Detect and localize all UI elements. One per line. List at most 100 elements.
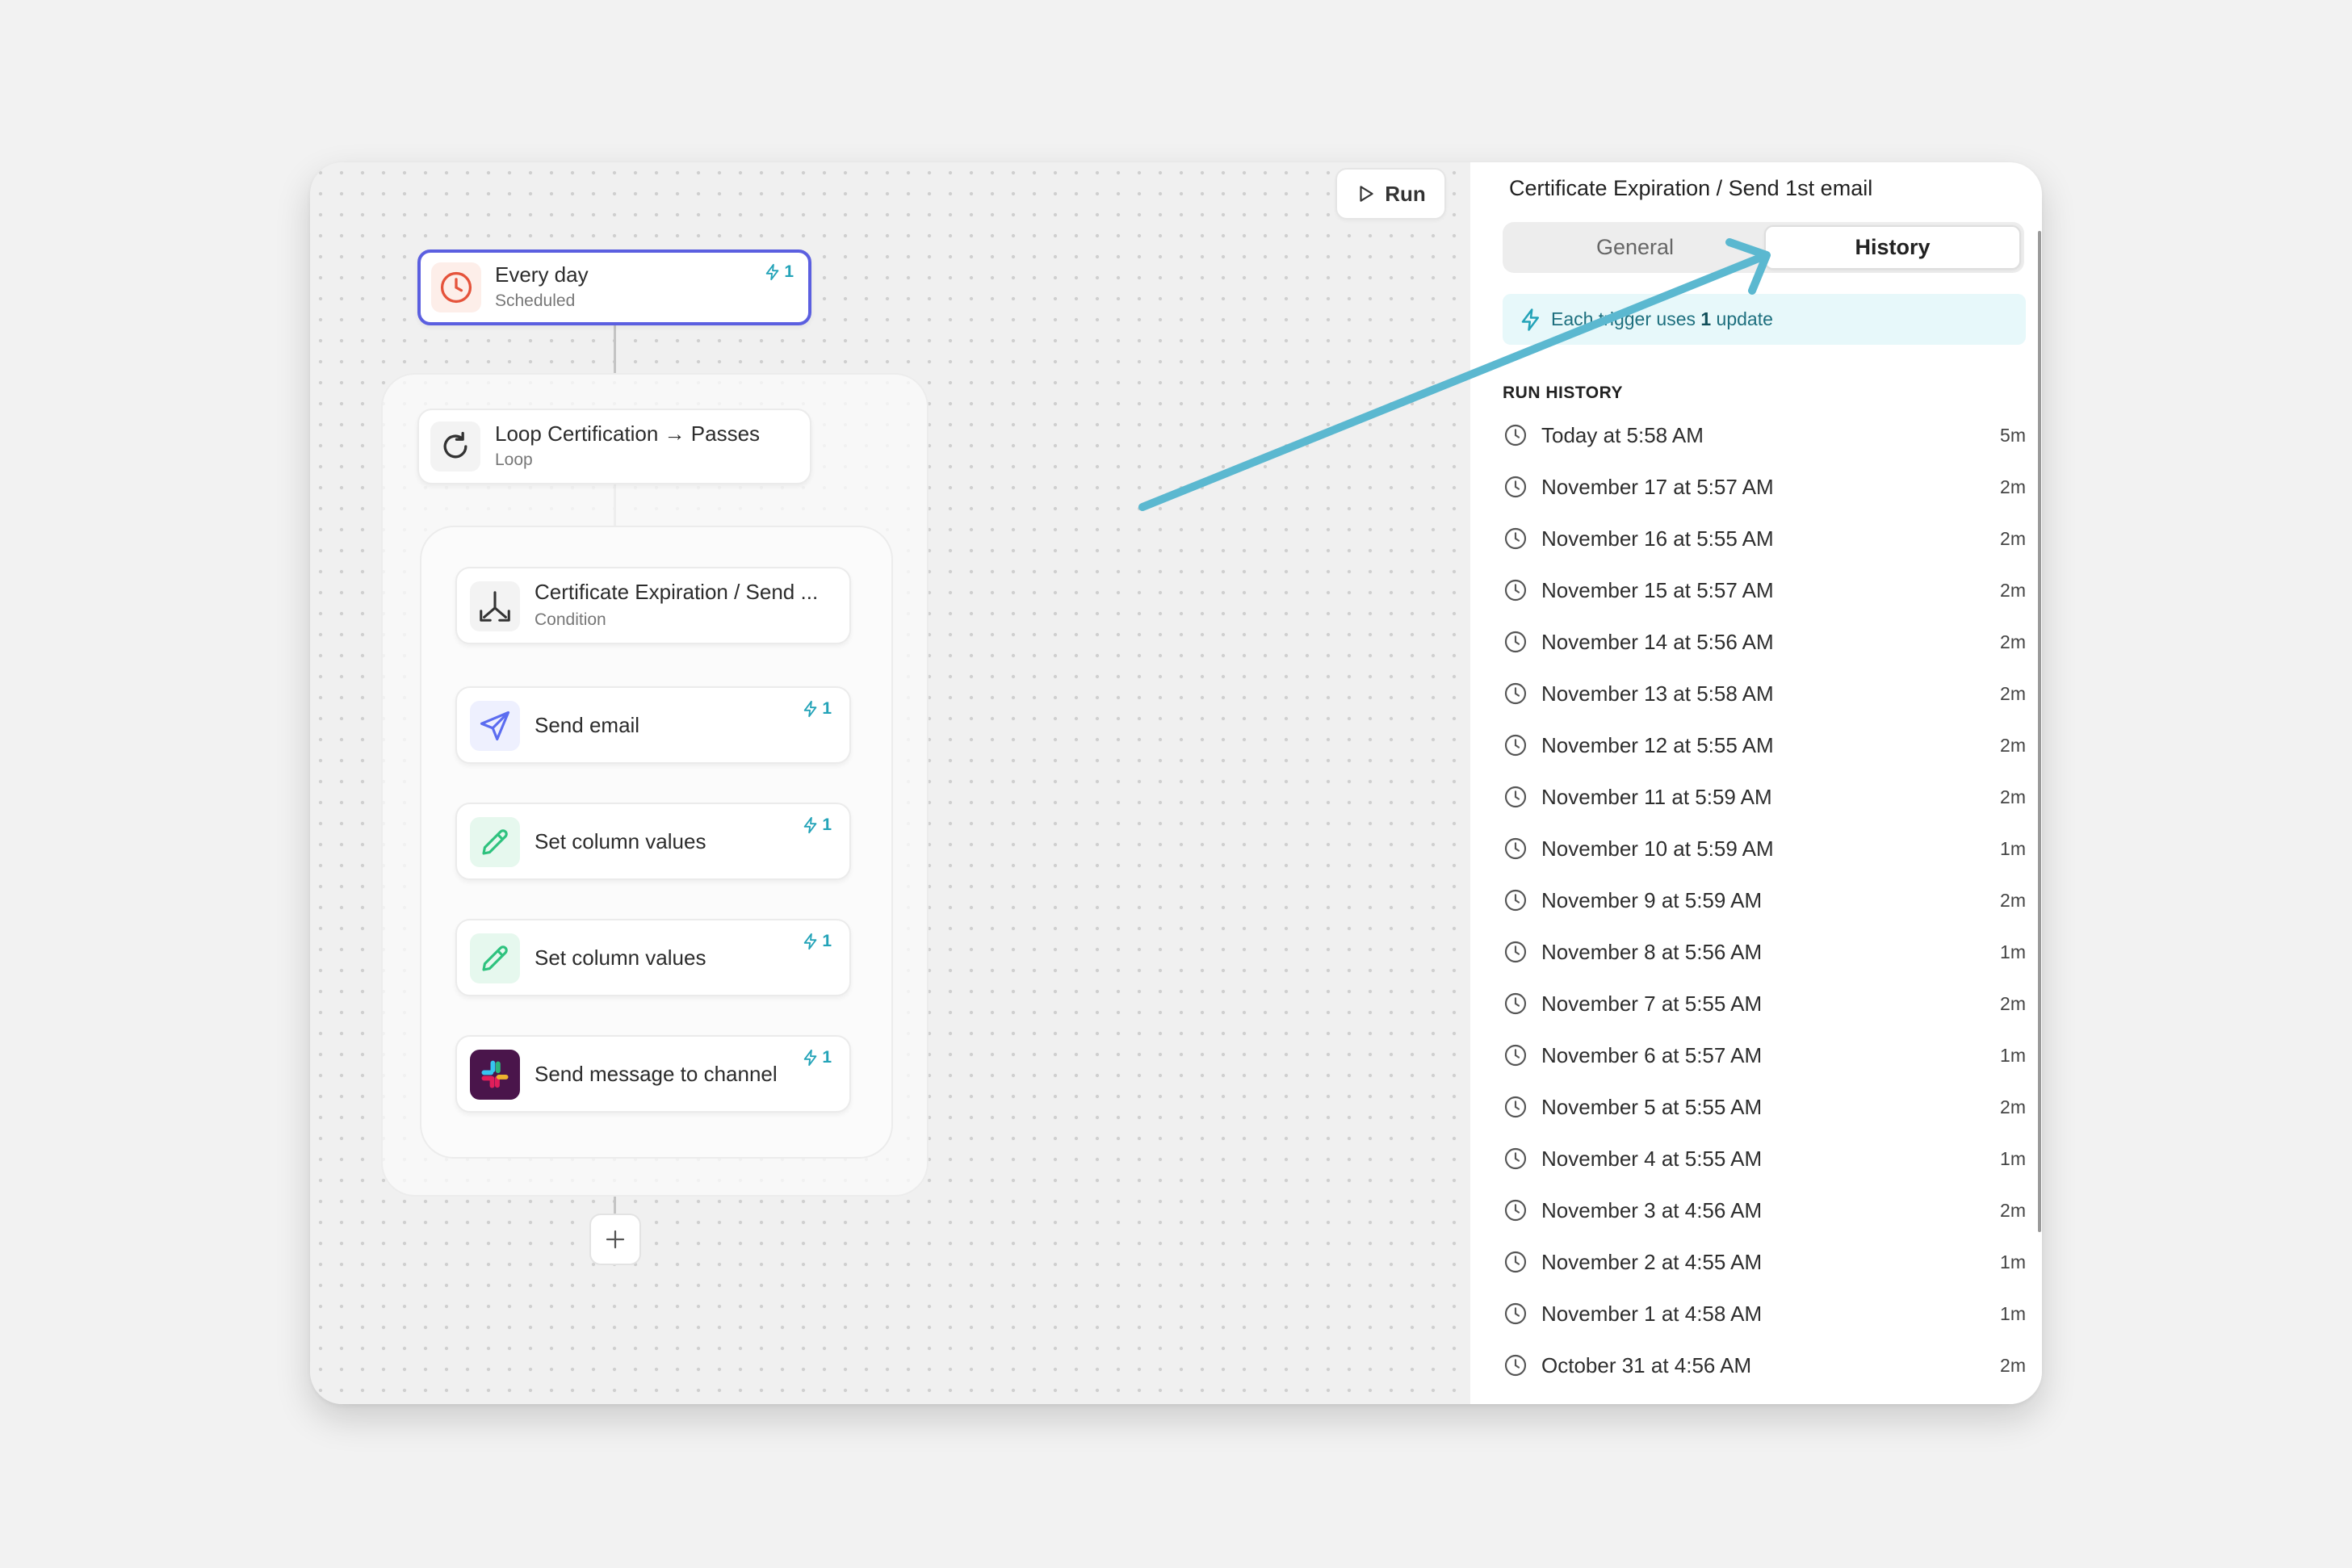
history-row[interactable]: November 4 at 5:55 AM 1m xyxy=(1503,1133,2026,1184)
history-row[interactable]: November 16 at 5:55 AM 2m xyxy=(1503,513,2026,564)
run-button-label: Run xyxy=(1385,181,1426,206)
loop-title: Loop Certification → Passes xyxy=(495,421,761,446)
history-row[interactable]: November 7 at 5:55 AM 2m xyxy=(1503,978,2026,1029)
history-row[interactable]: November 17 at 5:57 AM 2m xyxy=(1503,461,2026,513)
badge-count: 1 xyxy=(822,699,832,718)
paper-plane-icon xyxy=(470,701,520,751)
update-count-badge: 1 xyxy=(802,699,832,719)
history-row[interactable]: November 10 at 5:59 AM 1m xyxy=(1503,823,2026,874)
history-row-time: November 13 at 5:58 AM xyxy=(1541,681,1774,706)
history-row-duration: 2m xyxy=(2000,786,2026,807)
history-row-duration: 2m xyxy=(2000,579,2026,601)
trigger-node[interactable]: Every day Scheduled 1 xyxy=(417,249,811,325)
history-row-duration: 1m xyxy=(2000,1044,2026,1066)
clock-icon xyxy=(1503,526,1528,551)
tab-history-label: History xyxy=(1855,235,1931,259)
set-column-values-node[interactable]: Set column values 1 xyxy=(455,803,851,880)
history-row-duration: 1m xyxy=(2000,1147,2026,1169)
history-row[interactable]: November 5 at 5:55 AM 2m xyxy=(1503,1081,2026,1133)
history-row-time: November 3 at 4:56 AM xyxy=(1541,1197,1763,1222)
loop-subtitle: Loop xyxy=(495,451,533,469)
pencil-icon xyxy=(470,817,520,867)
badge-count: 1 xyxy=(822,1048,832,1067)
history-row-time: November 15 at 5:57 AM xyxy=(1541,577,1774,602)
condition-subtitle: Condition xyxy=(535,610,606,629)
history-row-duration: 2m xyxy=(2000,1354,2026,1376)
pencil-icon xyxy=(470,933,520,983)
clock-icon xyxy=(431,262,481,312)
history-row[interactable]: Today at 5:58 AM 5m xyxy=(1503,409,2026,461)
history-row-duration: 2m xyxy=(2000,889,2026,911)
clock-icon xyxy=(1503,939,1528,965)
history-row-duration: 2m xyxy=(2000,682,2026,704)
clock-icon xyxy=(1503,681,1528,706)
run-button[interactable]: Run xyxy=(1335,168,1446,220)
history-row-time: November 4 at 5:55 AM xyxy=(1541,1146,1763,1171)
automation-window: Run Every day Scheduled 1 Loop Certifica… xyxy=(310,162,2042,1404)
tab-general[interactable]: General xyxy=(1506,225,1764,270)
history-row-time: November 12 at 5:55 AM xyxy=(1541,732,1774,757)
history-row-duration: 2m xyxy=(2000,992,2026,1014)
history-row[interactable]: November 3 at 4:56 AM 2m xyxy=(1503,1184,2026,1236)
history-row-duration: 2m xyxy=(2000,527,2026,549)
condition-title: Certificate Expiration / Send ... xyxy=(535,580,819,604)
clock-icon xyxy=(1503,1094,1528,1120)
history-row-duration: 2m xyxy=(2000,1199,2026,1221)
history-row-time: November 1 at 4:58 AM xyxy=(1541,1301,1763,1326)
send-message-node[interactable]: Send message to channel 1 xyxy=(455,1035,851,1113)
history-row[interactable]: November 8 at 5:56 AM 1m xyxy=(1503,926,2026,978)
tab-history[interactable]: History xyxy=(1764,225,2021,270)
clock-icon xyxy=(1503,577,1528,603)
loop-node[interactable]: Loop Certification → Passes Loop xyxy=(417,409,811,484)
condition-node[interactable]: Certificate Expiration / Send ... Condit… xyxy=(455,567,851,644)
history-row-time: November 11 at 5:59 AM xyxy=(1541,784,1772,809)
history-row[interactable]: October 31 at 4:56 AM 2m xyxy=(1503,1340,2026,1391)
play-icon xyxy=(1360,186,1373,202)
clock-icon xyxy=(1503,887,1528,913)
history-row[interactable]: November 6 at 5:57 AM 1m xyxy=(1503,1029,2026,1081)
history-row[interactable]: November 2 at 4:55 AM 1m xyxy=(1503,1236,2026,1288)
trigger-title: Every day xyxy=(495,262,589,287)
workflow-canvas[interactable]: Run Every day Scheduled 1 Loop Certifica… xyxy=(310,162,1470,1404)
history-row[interactable]: November 13 at 5:58 AM 2m xyxy=(1503,668,2026,719)
history-row[interactable]: November 14 at 5:56 AM 2m xyxy=(1503,616,2026,668)
panel-scrollbar[interactable] xyxy=(2038,231,2041,1232)
clock-icon xyxy=(1503,1042,1528,1068)
history-row-time: November 8 at 5:56 AM xyxy=(1541,939,1763,964)
run-history-heading: RUN HISTORY xyxy=(1503,384,1624,402)
clock-icon xyxy=(1503,1249,1528,1275)
lightning-icon xyxy=(804,933,817,950)
history-row-duration: 1m xyxy=(2000,837,2026,859)
tab-general-label: General xyxy=(1595,235,1675,259)
send-email-title: Send email xyxy=(535,713,640,737)
panel-title: Certificate Expiration / Send 1st email xyxy=(1509,176,1873,200)
set-column-values-title: Set column values xyxy=(535,945,706,970)
history-row-time: November 2 at 4:55 AM xyxy=(1541,1249,1763,1274)
clock-icon xyxy=(1503,991,1528,1017)
history-row[interactable]: November 12 at 5:55 AM 2m xyxy=(1503,719,2026,771)
history-row[interactable]: November 9 at 5:59 AM 2m xyxy=(1503,874,2026,926)
history-row-duration: 2m xyxy=(2000,1096,2026,1117)
clock-icon xyxy=(1503,784,1528,810)
history-row[interactable]: November 1 at 4:58 AM 1m xyxy=(1503,1288,2026,1340)
send-email-node[interactable]: Send email 1 xyxy=(455,686,851,764)
badge-count: 1 xyxy=(784,262,794,281)
set-column-values-node[interactable]: Set column values 1 xyxy=(455,919,851,996)
history-row-duration: 1m xyxy=(2000,941,2026,962)
update-count-badge: 1 xyxy=(802,932,832,951)
history-row-duration: 2m xyxy=(2000,476,2026,497)
add-step-button[interactable] xyxy=(589,1214,641,1265)
plus-icon xyxy=(606,1230,625,1249)
history-row-time: November 6 at 5:57 AM xyxy=(1541,1042,1763,1067)
update-count-badge: 1 xyxy=(764,262,794,282)
history-row-duration: 2m xyxy=(2000,631,2026,652)
history-row[interactable]: November 11 at 5:59 AM 2m xyxy=(1503,771,2026,823)
slack-icon xyxy=(470,1050,520,1100)
clock-icon xyxy=(1503,474,1528,500)
updates-info-banner: Each trigger uses 1 update xyxy=(1503,294,2026,345)
run-history-list: Today at 5:58 AM 5m November 17 at 5:57 AM… xyxy=(1503,409,2026,1391)
history-row-time: November 16 at 5:55 AM xyxy=(1541,526,1774,551)
updates-info-text: Each trigger uses 1 update xyxy=(1551,308,1773,329)
badge-count: 1 xyxy=(822,815,832,834)
history-row[interactable]: November 15 at 5:57 AM 2m xyxy=(1503,564,2026,616)
